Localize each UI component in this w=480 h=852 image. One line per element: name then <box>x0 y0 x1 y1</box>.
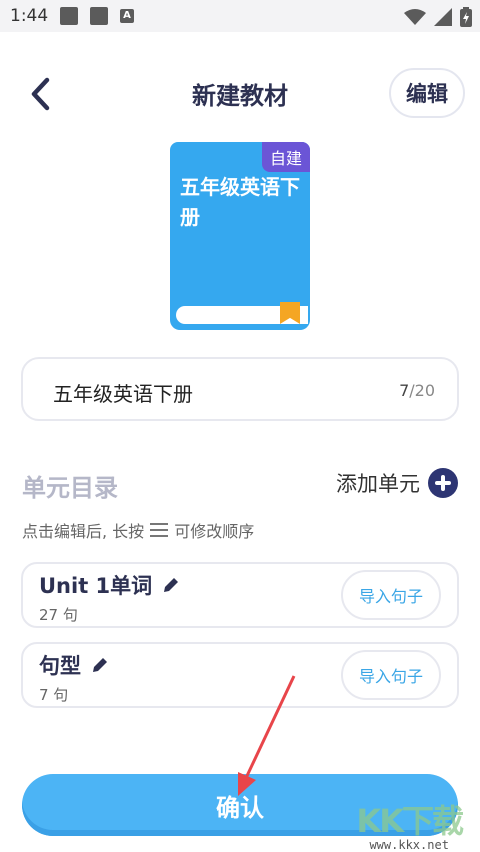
watermark-url: www.kkx.net <box>369 838 449 852</box>
pencil-icon[interactable] <box>91 656 109 674</box>
reorder-hint: 点击编辑后, 长按 可修改顺序 <box>22 518 254 542</box>
notification-a-icon: A <box>120 9 134 23</box>
wifi-icon <box>404 9 426 25</box>
textbook-name-field[interactable]: 五年级英语下册 7/20 <box>21 357 459 421</box>
hint-text-after: 可修改顺序 <box>174 522 255 541</box>
pencil-icon[interactable] <box>162 576 180 594</box>
battery-icon <box>460 7 472 27</box>
notification-icon <box>60 7 78 25</box>
plus-circle-icon <box>428 468 458 498</box>
unit-name: Unit 1单词 <box>39 574 153 598</box>
unit-name-row[interactable]: 句型 <box>39 650 109 680</box>
book-cover[interactable]: 自建 五年级英语下册 <box>170 142 310 330</box>
status-bar: 1:44 A <box>0 0 480 32</box>
notification-icon <box>90 7 108 25</box>
unit-name-row[interactable]: Unit 1单词 <box>39 570 180 600</box>
watermark-logo: KK下载 <box>356 802 464 840</box>
char-count-max: /20 <box>409 381 435 400</box>
char-count-current: 7 <box>399 381 410 400</box>
unit-card[interactable]: Unit 1单词 27 句 导入句子 <box>21 562 459 628</box>
textbook-name-value[interactable]: 五年级英语下册 <box>53 378 193 407</box>
units-section-title: 单元目录 <box>22 474 118 502</box>
status-right <box>404 7 472 27</box>
unit-name: 句型 <box>39 654 81 678</box>
signal-icon <box>434 8 452 26</box>
edit-button[interactable]: 编辑 <box>389 68 465 118</box>
hint-text-before: 点击编辑后, 长按 <box>22 522 145 541</box>
watermark: KK下载 www.kkx.net <box>356 796 464 852</box>
import-sentences-button[interactable]: 导入句子 <box>341 650 441 700</box>
add-unit-label: 添加单元 <box>336 472 420 496</box>
unit-sentence-count: 7 句 <box>39 686 69 704</box>
book-tag: 自建 <box>261 142 310 172</box>
char-counter: 7/20 <box>399 381 435 400</box>
menu-lines-icon <box>150 523 169 537</box>
book-title: 五年级英语下册 <box>180 175 300 229</box>
unit-card[interactable]: 句型 7 句 导入句子 <box>21 642 459 708</box>
import-sentences-button[interactable]: 导入句子 <box>341 570 441 620</box>
add-unit-button[interactable]: 添加单元 <box>336 468 458 498</box>
annotation-arrow <box>238 675 296 796</box>
status-time: 1:44 <box>10 6 49 26</box>
unit-sentence-count: 27 句 <box>39 606 78 624</box>
